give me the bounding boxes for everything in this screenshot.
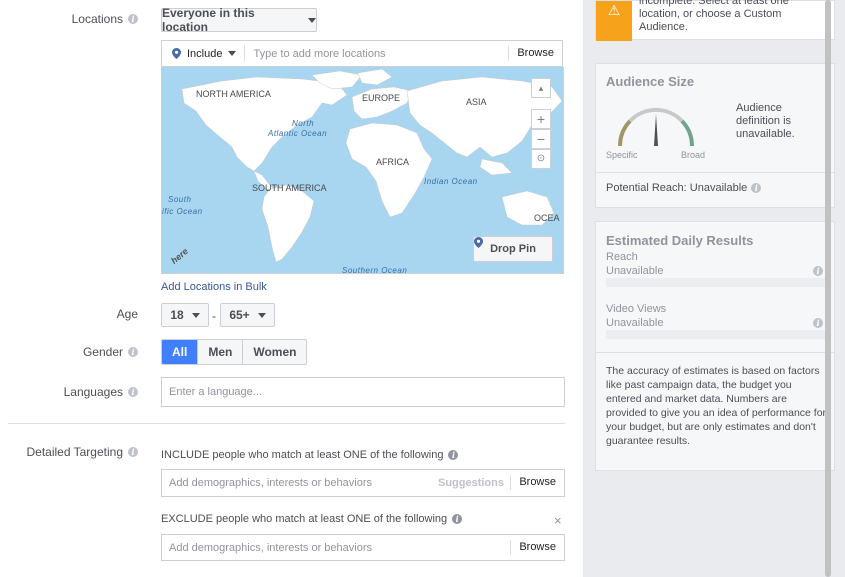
- world-map[interactable]: NORTH AMERICA EUROPE ASIA AFRICA SOUTH A…: [161, 67, 564, 274]
- map-label-oceania: OCEA: [534, 213, 560, 223]
- zoom-in-button[interactable]: +: [531, 109, 551, 129]
- gender-toggle: All Men Women: [161, 339, 308, 365]
- info-icon[interactable]: i: [448, 450, 459, 460]
- chevron-down-icon: [191, 312, 200, 318]
- scrollbar[interactable]: [825, 0, 831, 577]
- add-locations-bulk-link[interactable]: Add Locations in Bulk: [161, 281, 267, 293]
- map-label-europe: EUROPE: [362, 93, 401, 103]
- audience-size-card: Audience Size Specific Broad Audience de…: [595, 63, 835, 208]
- info-icon[interactable]: i: [813, 318, 823, 328]
- location-search-input[interactable]: Type to add more locations: [245, 48, 508, 60]
- audience-size-title: Audience Size: [606, 74, 695, 89]
- reach-metric-value: Unavailable: [606, 265, 664, 277]
- ocean-label-south: South: [168, 195, 192, 204]
- location-browse-button[interactable]: Browse: [508, 46, 562, 61]
- accuracy-disclaimer: The accuracy of estimates is based on fa…: [606, 365, 827, 447]
- age-max-dropdown[interactable]: 65+: [220, 303, 275, 327]
- info-icon[interactable]: i: [128, 387, 138, 397]
- audience-definition-text: Audience definition is unavailable.: [736, 102, 795, 140]
- targeting-form: Locations i Everyone in this location In…: [0, 0, 583, 577]
- map-label-north-america: NORTH AMERICA: [196, 89, 271, 99]
- gender-women-button[interactable]: Women: [243, 340, 307, 364]
- map-label-africa: AFRICA: [376, 157, 410, 167]
- ocean-label-atlantic: Atlantic Ocean: [268, 129, 328, 138]
- info-icon[interactable]: i: [128, 14, 138, 24]
- age-label: Age: [116, 307, 138, 321]
- location-search-row: Include Type to add more locations Brows…: [161, 40, 563, 67]
- gender-all-button[interactable]: All: [162, 340, 199, 364]
- ocean-label-indian: Indian Ocean: [424, 177, 478, 186]
- location-type-dropdown[interactable]: Everyone in this location: [161, 6, 317, 34]
- info-icon[interactable]: i: [751, 183, 762, 193]
- video-views-label: Video Views: [606, 303, 667, 315]
- languages-label: Languages i: [64, 385, 138, 399]
- info-icon[interactable]: i: [813, 266, 823, 276]
- info-icon[interactable]: i: [128, 447, 138, 457]
- age-min-dropdown[interactable]: 18: [161, 303, 209, 327]
- chevron-down-icon: [257, 312, 266, 318]
- daily-results-card: Estimated Daily Results Reach Unavailabl…: [595, 221, 835, 471]
- recenter-icon[interactable]: ⊙: [531, 149, 551, 169]
- reach-metric-label: Reach: [606, 251, 638, 263]
- collapse-icon[interactable]: ▴: [531, 78, 551, 98]
- suggestions-button[interactable]: Suggestions: [438, 477, 504, 489]
- close-icon[interactable]: ×: [554, 513, 562, 528]
- video-views-value: Unavailable: [606, 317, 664, 329]
- map-label-asia: ASIA: [466, 97, 487, 107]
- gauge-specific-label: Specific: [606, 150, 638, 160]
- section-divider: [8, 423, 565, 424]
- drop-pin-button[interactable]: Drop Pin: [473, 236, 553, 262]
- gender-men-button[interactable]: Men: [198, 340, 244, 364]
- map-label-south-america: SOUTH AMERICA: [252, 183, 327, 193]
- audience-gauge: [617, 107, 695, 147]
- include-criteria-text: INCLUDE people who match at least ONE of…: [161, 449, 459, 461]
- ocean-label-southern: Southern Ocean: [342, 266, 408, 274]
- exclude-criteria-text: EXCLUDE people who match at least ONE of…: [161, 513, 463, 525]
- map-pin-icon: [474, 237, 483, 248]
- card-divider: [596, 352, 834, 353]
- warning-card: ⚠ incomplete. Select at least one locati…: [595, 0, 835, 41]
- chevron-down-icon: [308, 17, 316, 23]
- exclude-targeting-input[interactable]: Add demographics, interests or behaviors…: [161, 534, 565, 561]
- chevron-down-icon: [228, 51, 237, 56]
- info-icon[interactable]: i: [452, 514, 463, 524]
- detailed-targeting-label: Detailed Targeting i: [26, 445, 138, 459]
- daily-results-title: Estimated Daily Results: [606, 233, 754, 248]
- locations-label: Locations i: [72, 12, 138, 26]
- reach-bar: [606, 278, 826, 287]
- info-icon[interactable]: i: [128, 347, 138, 357]
- ocean-label-pacific: ific Ocean: [162, 207, 203, 216]
- exclude-browse-button[interactable]: Browse: [510, 540, 564, 555]
- warning-icon: ⚠: [596, 1, 632, 41]
- include-browse-button[interactable]: Browse: [510, 475, 564, 490]
- video-views-bar: [606, 330, 826, 339]
- include-targeting-input[interactable]: Add demographics, interests or behaviors…: [161, 469, 565, 497]
- include-dropdown[interactable]: Include: [162, 45, 246, 62]
- gauge-broad-label: Broad: [681, 150, 706, 160]
- zoom-out-button[interactable]: −: [531, 129, 551, 149]
- language-input[interactable]: Enter a language...: [161, 377, 565, 407]
- potential-reach: Potential Reach: Unavailable i: [606, 182, 762, 194]
- map-pin-icon: [172, 48, 181, 59]
- age-separator: -: [212, 309, 216, 323]
- card-divider: [596, 172, 834, 173]
- warning-text: incomplete. Select at least one location…: [639, 0, 789, 33]
- gender-label: Gender i: [83, 345, 138, 359]
- ocean-label-north: North: [292, 119, 315, 128]
